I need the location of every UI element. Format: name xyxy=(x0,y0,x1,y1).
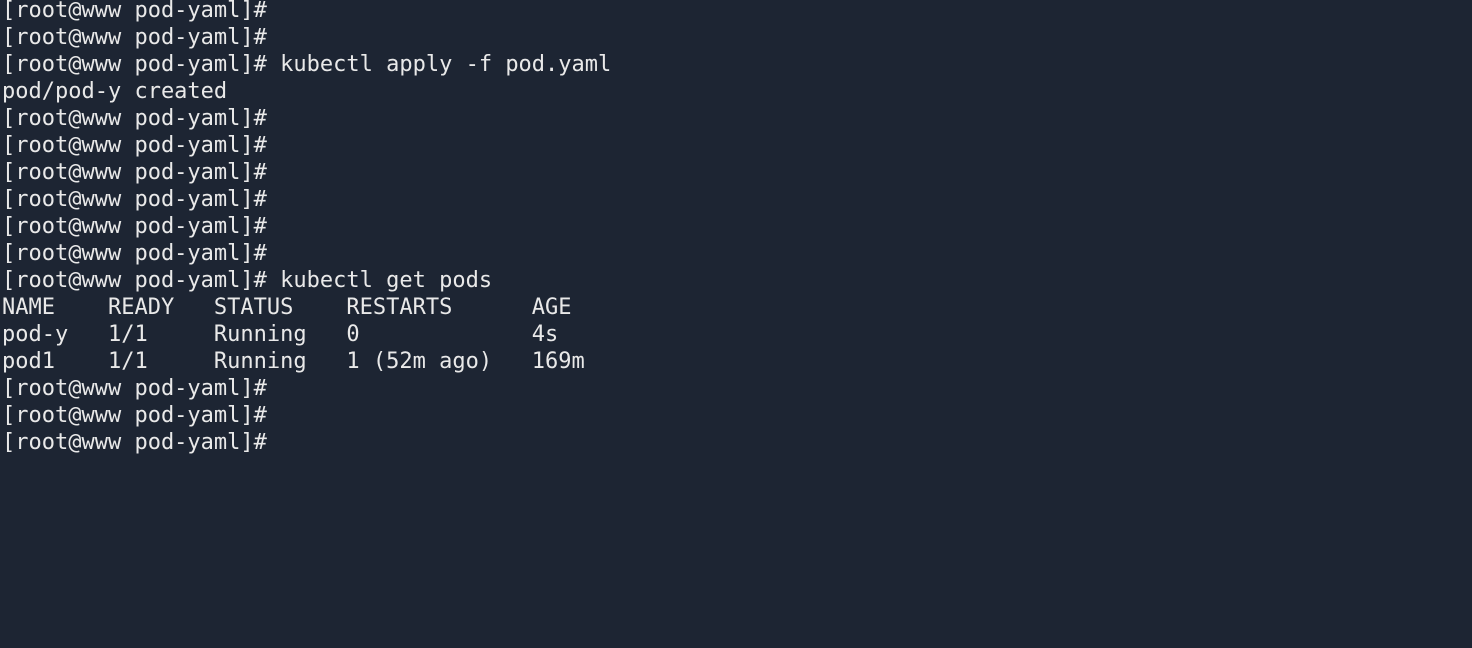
terminal-line: [root@www pod-yaml]# xyxy=(2,133,267,158)
terminal-line: [root@www pod-yaml]# xyxy=(2,376,267,401)
terminal-line: [root@www pod-yaml]# xyxy=(2,214,267,239)
terminal-command-line: [root@www pod-yaml]# kubectl apply -f po… xyxy=(2,52,612,77)
terminal-output-line: pod/pod-y created xyxy=(2,79,228,104)
pods-table-header: NAME READY STATUS RESTARTS AGE xyxy=(2,295,572,320)
terminal-line: [root@www pod-yaml]# xyxy=(2,187,267,212)
pods-table-row: pod1 1/1 Running 1 (52m ago) 169m xyxy=(2,349,585,374)
terminal-line: [root@www pod-yaml]# xyxy=(2,160,267,185)
terminal-screen[interactable]: [root@www pod-yaml]# [root@www pod-yaml]… xyxy=(2,0,1472,456)
terminal-line: [root@www pod-yaml]# xyxy=(2,241,267,266)
terminal-line: [root@www pod-yaml]# xyxy=(2,403,267,428)
terminal-line: [root@www pod-yaml]# xyxy=(2,106,267,131)
terminal-command-line: [root@www pod-yaml]# kubectl get pods xyxy=(2,268,493,293)
terminal-window[interactable]: [root@www pod-yaml]# [root@www pod-yaml]… xyxy=(0,0,1472,648)
terminal-line: [root@www pod-yaml]# xyxy=(2,0,267,23)
pods-table-row: pod-y 1/1 Running 0 4s xyxy=(2,322,559,347)
terminal-line: [root@www pod-yaml]# xyxy=(2,25,267,50)
terminal-prompt-line: [root@www pod-yaml]# xyxy=(2,430,267,455)
